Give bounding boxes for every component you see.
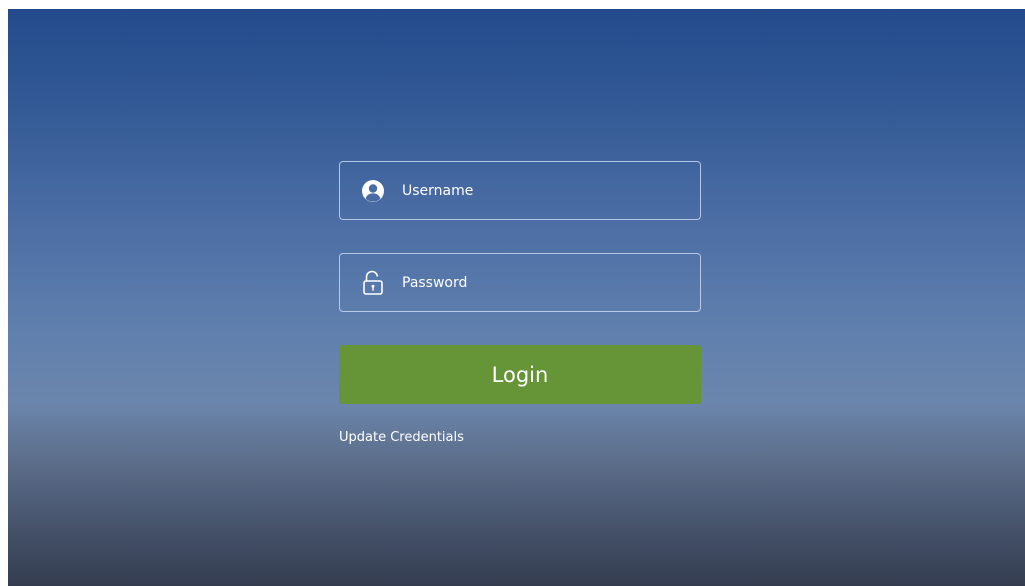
- unlocked-padlock-icon: [360, 270, 386, 296]
- username-field[interactable]: [339, 161, 701, 220]
- update-credentials-link[interactable]: Update Credentials: [339, 430, 464, 445]
- login-form: Login Update Credentials: [339, 161, 701, 445]
- user-icon: [360, 178, 386, 204]
- login-screen: Login Update Credentials: [8, 9, 1025, 586]
- login-button[interactable]: Login: [339, 345, 701, 404]
- username-input[interactable]: [402, 175, 682, 206]
- password-input[interactable]: [402, 267, 682, 298]
- password-field[interactable]: [339, 253, 701, 312]
